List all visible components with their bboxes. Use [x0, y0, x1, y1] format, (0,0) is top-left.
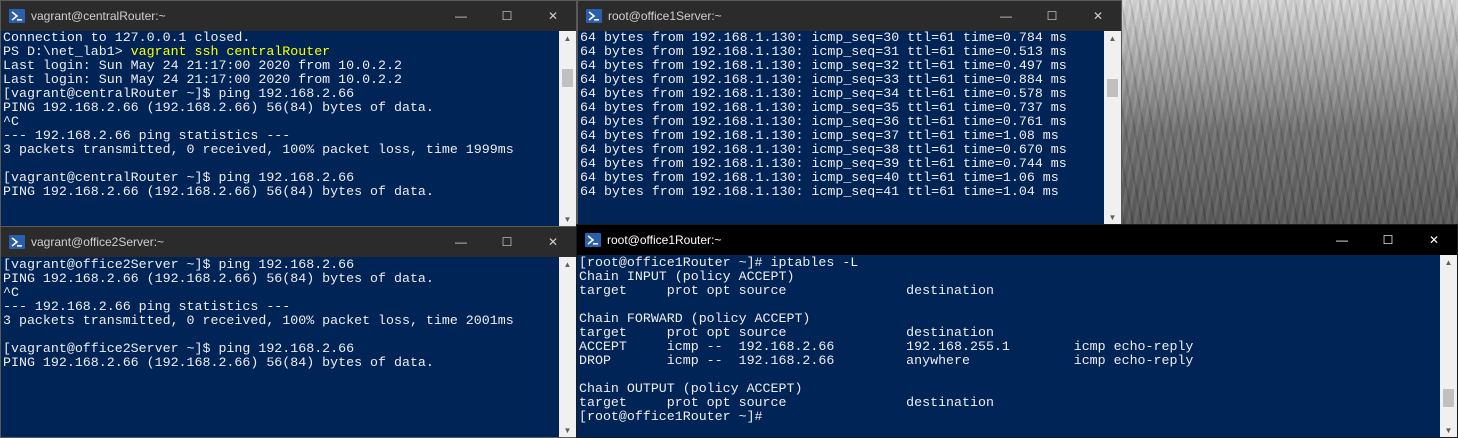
terminal-line: PING 192.168.2.66 (192.168.2.66) 56(84) …: [3, 271, 434, 286]
scroll-up-arrow[interactable]: ▲: [1440, 255, 1457, 269]
terminal-line: target prot opt source destination: [579, 395, 994, 410]
terminal-window-office1-router[interactable]: root@office1Router:~ — ☐ ✕ [root@office1…: [576, 224, 1458, 438]
terminal-line: [root@office1Router ~]#: [579, 409, 763, 424]
terminal-line: 64 bytes from 192.168.1.130: icmp_seq=39…: [580, 156, 1067, 171]
powershell-icon: [585, 233, 601, 247]
window-titlebar[interactable]: root@office1Router:~ — ☐ ✕: [577, 225, 1457, 255]
terminal-line: 64 bytes from 192.168.1.130: icmp_seq=41…: [580, 184, 1059, 199]
terminal-line: Connection to 127.0.0.1 closed.: [3, 31, 251, 45]
scroll-up-arrow[interactable]: ▲: [559, 31, 576, 45]
terminal-line: Chain INPUT (policy ACCEPT): [579, 269, 795, 284]
maximize-button[interactable]: ☐: [484, 1, 530, 31]
terminal-line: 64 bytes from 192.168.1.130: icmp_seq=32…: [580, 58, 1067, 73]
terminal-window-office2-server[interactable]: vagrant@office2Server:~ — ☐ ✕ [vagrant@o…: [0, 226, 577, 438]
powershell-icon: [9, 235, 25, 249]
window-title: vagrant@office2Server:~: [31, 235, 165, 249]
terminal-line: target prot opt source destination: [579, 283, 994, 298]
window-titlebar[interactable]: root@office1Server:~ — ☐ ✕: [578, 1, 1121, 31]
scrollbar-thumb[interactable]: [1443, 389, 1454, 407]
maximize-button[interactable]: ☐: [484, 227, 530, 257]
scroll-up-arrow[interactable]: ▲: [1104, 31, 1121, 45]
terminal-line: [vagrant@office2Server ~]$ ping 192.168.…: [3, 257, 355, 272]
terminal-line: ^C: [3, 285, 19, 300]
terminal-line: --- 192.168.2.66 ping statistics ---: [3, 128, 291, 143]
command-text: vagrant ssh centralRouter: [130, 44, 331, 59]
terminal-line: 3 packets transmitted, 0 received, 100% …: [3, 313, 514, 328]
terminal-line: [root@office1Router ~]# iptables -L: [579, 255, 859, 270]
close-button[interactable]: ✕: [1075, 1, 1121, 31]
terminal-line: PING 192.168.2.66 (192.168.2.66) 56(84) …: [3, 184, 434, 199]
terminal-line: Chain OUTPUT (policy ACCEPT): [579, 381, 803, 396]
terminal-line: DROP icmp -- 192.168.2.66 anywhere icmp …: [579, 353, 1194, 368]
scroll-down-arrow[interactable]: ▼: [1104, 210, 1121, 224]
terminal-line: Last login: Sun May 24 21:17:00 2020 fro…: [3, 72, 402, 87]
window-title: vagrant@centralRouter:~: [31, 9, 166, 23]
close-button[interactable]: ✕: [1411, 225, 1457, 255]
scroll-down-arrow[interactable]: ▼: [1440, 423, 1457, 437]
terminal-line: 64 bytes from 192.168.1.130: icmp_seq=38…: [580, 142, 1067, 157]
terminal-output[interactable]: 64 bytes from 192.168.1.130: icmp_seq=30…: [578, 31, 1104, 224]
terminal-line: 64 bytes from 192.168.1.130: icmp_seq=31…: [580, 44, 1067, 59]
terminal-line: 64 bytes from 192.168.1.130: icmp_seq=30…: [580, 31, 1067, 45]
vertical-scrollbar[interactable]: ▲ ▼: [559, 31, 576, 226]
scrollbar-thumb[interactable]: [562, 69, 573, 87]
scroll-up-arrow[interactable]: ▲: [559, 257, 576, 271]
terminal-line: 3 packets transmitted, 0 received, 100% …: [3, 142, 514, 157]
terminal-line: ^C: [3, 114, 19, 129]
scroll-down-arrow[interactable]: ▼: [559, 212, 576, 226]
terminal-line: [vagrant@office2Server ~]$ ping 192.168.…: [3, 341, 355, 356]
terminal-line: Last login: Sun May 24 21:17:00 2020 fro…: [3, 58, 402, 73]
terminal-line: [vagrant@centralRouter ~]$ ping 192.168.…: [3, 86, 355, 101]
terminal-line: ACCEPT icmp -- 192.168.2.66 192.168.255.…: [579, 339, 1194, 354]
terminal-line: 64 bytes from 192.168.1.130: icmp_seq=40…: [580, 170, 1059, 185]
powershell-icon: [586, 9, 602, 23]
terminal-line: PING 192.168.2.66 (192.168.2.66) 56(84) …: [3, 100, 434, 115]
terminal-line: 64 bytes from 192.168.1.130: icmp_seq=36…: [580, 114, 1067, 129]
window-titlebar[interactable]: vagrant@centralRouter:~ — ☐ ✕: [1, 1, 576, 31]
terminal-line: 64 bytes from 192.168.1.130: icmp_seq=33…: [580, 72, 1067, 87]
terminal-output[interactable]: Connection to 127.0.0.1 closed. PS D:\net…: [1, 31, 559, 226]
minimize-button[interactable]: —: [438, 1, 484, 31]
vertical-scrollbar[interactable]: ▲ ▼: [1440, 255, 1457, 437]
maximize-button[interactable]: ☐: [1365, 225, 1411, 255]
minimize-button[interactable]: —: [438, 227, 484, 257]
terminal-output[interactable]: [root@office1Router ~]# iptables -L Chain…: [577, 255, 1440, 437]
terminal-line: 64 bytes from 192.168.1.130: icmp_seq=37…: [580, 128, 1059, 143]
scrollbar-thumb[interactable]: [1107, 79, 1118, 97]
prompt-text: PS D:\net_lab1>: [3, 44, 131, 59]
scroll-down-arrow[interactable]: ▼: [559, 423, 576, 437]
terminal-line: 64 bytes from 192.168.1.130: icmp_seq=34…: [580, 86, 1067, 101]
terminal-window-office1-server[interactable]: root@office1Server:~ — ☐ ✕ 64 bytes from…: [577, 0, 1122, 225]
terminal-line: 64 bytes from 192.168.1.130: icmp_seq=35…: [580, 100, 1067, 115]
close-button[interactable]: ✕: [530, 1, 576, 31]
terminal-window-central-router[interactable]: vagrant@centralRouter:~ — ☐ ✕ Connection…: [0, 0, 577, 227]
minimize-button[interactable]: —: [983, 1, 1029, 31]
terminal-line: Chain FORWARD (policy ACCEPT): [579, 311, 811, 326]
close-button[interactable]: ✕: [530, 227, 576, 257]
terminal-output[interactable]: [vagrant@office2Server ~]$ ping 192.168.…: [1, 257, 559, 437]
terminal-line: target prot opt source destination: [579, 325, 994, 340]
vertical-scrollbar[interactable]: ▲ ▼: [559, 257, 576, 437]
powershell-icon: [9, 9, 25, 23]
minimize-button[interactable]: —: [1319, 225, 1365, 255]
window-titlebar[interactable]: vagrant@office2Server:~ — ☐ ✕: [1, 227, 576, 257]
terminal-line: PING 192.168.2.66 (192.168.2.66) 56(84) …: [3, 355, 434, 370]
terminal-line: PS D:\net_lab1> vagrant ssh centralRoute…: [3, 45, 557, 59]
window-title: root@office1Server:~: [608, 9, 722, 23]
maximize-button[interactable]: ☐: [1029, 1, 1075, 31]
window-title: root@office1Router:~: [607, 233, 722, 247]
terminal-line: [vagrant@centralRouter ~]$ ping 192.168.…: [3, 170, 355, 185]
vertical-scrollbar[interactable]: ▲ ▼: [1104, 31, 1121, 224]
terminal-line: --- 192.168.2.66 ping statistics ---: [3, 299, 291, 314]
